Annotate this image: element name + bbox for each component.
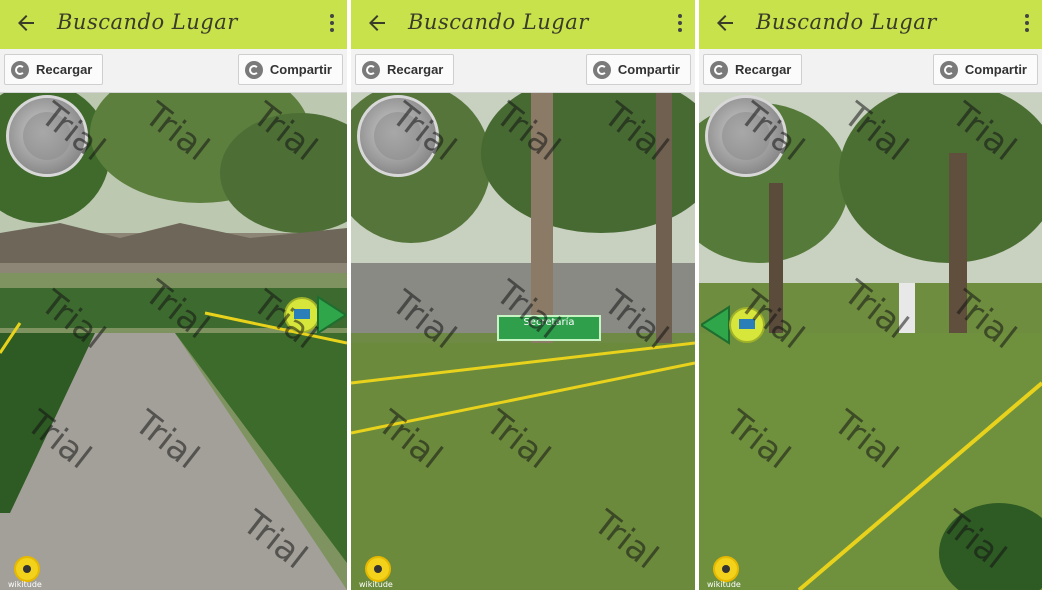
more-vert-icon[interactable] [329, 14, 335, 34]
poi-label: Secretaría [523, 317, 575, 328]
reload-icon [710, 60, 728, 79]
ar-view-panel-2: Buscando Lugar Recargar Compartir Secret… [351, 0, 695, 590]
wikitude-logo-icon [365, 556, 391, 582]
reload-label: Recargar [387, 62, 444, 77]
share-label: Compartir [269, 62, 332, 77]
reload-button[interactable]: Recargar [355, 54, 455, 85]
app-bar: Buscando Lugar [699, 0, 1042, 49]
share-button[interactable]: Compartir [237, 54, 343, 85]
share-label: Compartir [617, 62, 680, 77]
reload-icon [362, 60, 380, 79]
app-title: Buscando Lugar [57, 10, 238, 34]
share-icon [592, 60, 611, 79]
ar-view-panel-3: Buscando Lugar Recargar Compartir Trial … [699, 0, 1042, 590]
reload-label: Recargar [735, 62, 792, 77]
direction-arrow-icon[interactable] [282, 293, 346, 337]
wikitude-logo-icon [713, 556, 739, 582]
wikitude-logo-text: wikitude [707, 580, 741, 589]
reload-icon [11, 60, 29, 79]
back-arrow-icon[interactable] [713, 11, 737, 35]
share-icon [939, 60, 958, 79]
share-label: Compartir [964, 62, 1027, 77]
app-bar: Buscando Lugar [0, 0, 347, 49]
app-title: Buscando Lugar [408, 10, 589, 34]
action-toolbar: Recargar Compartir [699, 49, 1042, 93]
more-vert-icon[interactable] [677, 14, 683, 34]
wikitude-logo-text: wikitude [359, 580, 393, 589]
back-arrow-icon[interactable] [14, 11, 38, 35]
action-toolbar: Recargar Compartir [0, 49, 347, 93]
radar-icon [357, 95, 439, 177]
back-arrow-icon[interactable] [365, 11, 389, 35]
radar-icon [6, 95, 88, 177]
direction-arrow-icon[interactable] [701, 303, 769, 347]
wikitude-logo-text: wikitude [8, 580, 42, 589]
reload-button[interactable]: Recargar [4, 54, 104, 85]
reload-label: Recargar [36, 62, 93, 77]
app-title: Buscando Lugar [756, 10, 937, 34]
reload-button[interactable]: Recargar [703, 54, 803, 85]
action-toolbar: Recargar Compartir [351, 49, 695, 93]
share-button[interactable]: Compartir [932, 54, 1038, 85]
more-vert-icon[interactable] [1024, 14, 1030, 34]
wikitude-logo-icon [14, 556, 40, 582]
radar-icon [705, 95, 787, 177]
ar-view-panel-1: Buscando Lugar Recargar Compartir Trial … [0, 0, 347, 590]
app-bar: Buscando Lugar [351, 0, 695, 49]
share-icon [244, 60, 263, 79]
share-button[interactable]: Compartir [585, 54, 691, 85]
poi-marker[interactable]: Secretaría [497, 315, 601, 341]
